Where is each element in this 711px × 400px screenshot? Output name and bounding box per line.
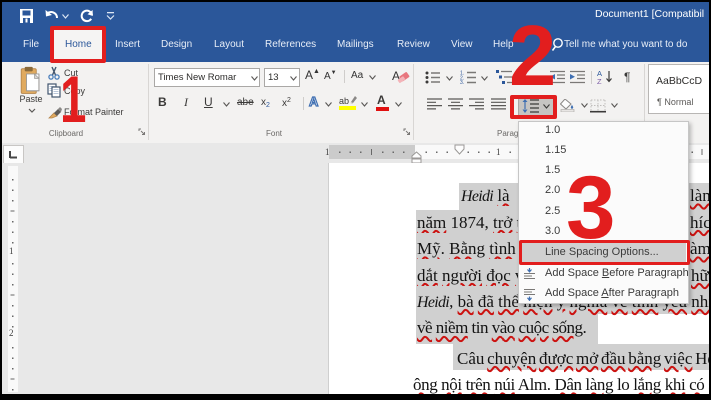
svg-text:3.: 3. [460,80,464,84]
svg-text:ab: ab [339,96,349,106]
svg-text:Z: Z [597,77,602,84]
